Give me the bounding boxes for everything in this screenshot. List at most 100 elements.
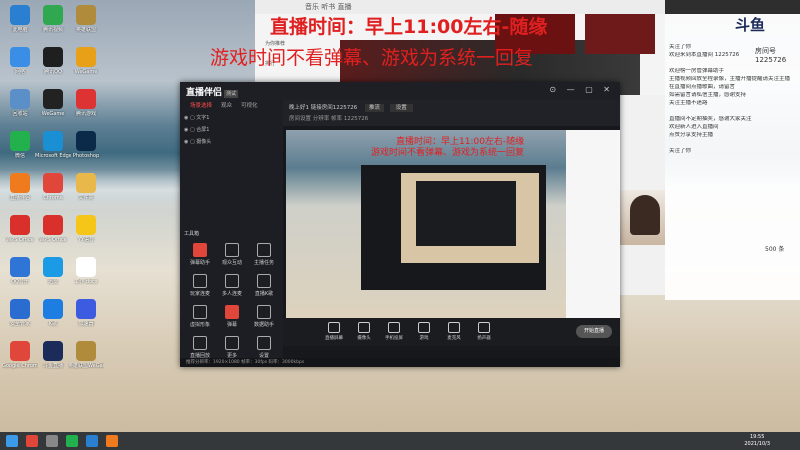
- desktop-icon[interactable]: 腾讯QQ: [35, 47, 71, 75]
- desktop-icon[interactable]: K歌: [35, 299, 71, 327]
- chrome-icon[interactable]: [26, 435, 38, 447]
- desktop-icon[interactable]: 回收站: [2, 89, 38, 117]
- desktop-icon[interactable]: Microsoft Edge: [35, 131, 71, 159]
- scene-item[interactable]: ◉ ▢ 合屏1: [184, 124, 283, 136]
- tool-button[interactable]: 直播回放: [184, 336, 216, 359]
- tool-button[interactable]: 直播K歌: [248, 274, 280, 297]
- wechat-icon[interactable]: [66, 435, 78, 447]
- app-icon: [43, 341, 63, 361]
- sidebar-tab[interactable]: 观众: [221, 103, 232, 109]
- app-icon: [10, 89, 30, 109]
- app-icon: [43, 173, 63, 193]
- bottom-tool-label: 麦克风: [447, 336, 461, 341]
- desktop-icon[interactable]: 迅雷: [35, 257, 71, 285]
- bottom-tool-icon: [388, 322, 400, 333]
- desktop-icon-label: 加速器: [78, 321, 94, 327]
- desktop-icon-label: 微信: [14, 153, 25, 159]
- tool-button[interactable]: 设置: [248, 336, 280, 359]
- desktop-icon[interactable]: Photoshop: [68, 131, 104, 159]
- app-icon: [76, 89, 96, 109]
- desktop-icon[interactable]: 腾讯游戏: [68, 89, 104, 117]
- bottom-tool-button[interactable]: 直播屏幕: [323, 322, 345, 341]
- app-icon: [43, 299, 63, 319]
- desktop-icon[interactable]: 直播伴侣: [2, 173, 38, 201]
- stream-info-bar: 晚上好1 链接房间1225726 推流 设置 房间设置 分辨率 帧率 12257…: [283, 100, 620, 126]
- push-button[interactable]: 推流: [365, 104, 385, 112]
- start-icon[interactable]: [6, 435, 18, 447]
- app-icon: [10, 5, 30, 25]
- bottom-tool-button[interactable]: 摄像头: [353, 322, 375, 341]
- desktop-icon[interactable]: 微信: [2, 131, 38, 159]
- desktop-icon[interactable]: 加速器: [68, 299, 104, 327]
- tool-button[interactable]: 多人连麦: [216, 274, 248, 297]
- stream-title[interactable]: 晚上好1 链接房间1225726: [289, 105, 357, 111]
- tool-icon: [193, 305, 207, 319]
- tool-button[interactable]: 玩家连麦: [184, 274, 216, 297]
- desktop-icon[interactable]: 工作.docx: [68, 257, 104, 285]
- bottom-tool-button[interactable]: 麦克风: [443, 322, 465, 341]
- live-companion-icon[interactable]: [106, 435, 118, 447]
- app-icon: [76, 257, 96, 277]
- desktop-icon-label: 工作.docx: [74, 279, 98, 285]
- bottom-tool-label: 扬声器: [477, 336, 491, 341]
- douyu-logo: 斗鱼: [735, 16, 766, 34]
- tool-button[interactable]: 弹幕助手: [184, 243, 216, 266]
- app-titlebar[interactable]: 直播伴侣 测试 ⊙ — ▢ ✕: [180, 82, 620, 100]
- preview-nested-window-2: [401, 173, 539, 263]
- tool-button[interactable]: 更多: [216, 336, 248, 359]
- live-companion-window[interactable]: 直播伴侣 测试 ⊙ — ▢ ✕ 场景选择 观众 可视化 ◉ ▢ 文字1 ◉ ▢ 合屏1 ◉…: [180, 82, 620, 367]
- tool-button[interactable]: 主播任务: [248, 243, 280, 266]
- bottom-tool-label: 游戏: [419, 336, 429, 341]
- desktop-icon[interactable]: Chrome: [35, 173, 71, 201]
- preview-nested-window: [361, 165, 546, 290]
- scene-list: ◉ ▢ 文字1 ◉ ▢ 合屏1 ◉ ▢ 摄像头: [180, 112, 283, 148]
- desktop-icon[interactable]: WPS Office: [35, 215, 71, 243]
- scene-item[interactable]: ◉ ▢ 摄像头: [184, 136, 283, 148]
- settings-button[interactable]: 设置: [389, 104, 413, 112]
- tool-button[interactable]: 虚拟形象: [184, 305, 216, 328]
- qq-icon[interactable]: [86, 435, 98, 447]
- promo-card[interactable]: [585, 14, 655, 54]
- desktop-icon[interactable]: WeGame: [35, 89, 71, 117]
- tool-button[interactable]: 弹幕: [216, 305, 248, 328]
- window-controls[interactable]: ⊙ — ▢ ✕: [549, 85, 614, 94]
- file-explorer-icon[interactable]: [46, 435, 58, 447]
- bottom-tool-label: 手机投屏: [385, 336, 403, 341]
- tool-label: 弹幕助手: [189, 260, 210, 266]
- app-icon: [43, 131, 63, 151]
- desktop-icon-label: 回收站: [12, 111, 28, 117]
- bottom-tool-button[interactable]: 扬声器: [473, 322, 495, 341]
- desktop-icon[interactable]: 斗鱼直播: [35, 341, 71, 369]
- desktop-icon[interactable]: YY语音: [68, 215, 104, 243]
- tool-button[interactable]: 观众互动: [216, 243, 248, 266]
- clock[interactable]: 19:55 2021/10/3: [744, 434, 770, 448]
- preview-overlay-subtitle: 游戏时间不看弹幕、游戏为系统一回复: [371, 148, 525, 158]
- desktop-icon[interactable]: 英雄联盟WeGame: [68, 341, 104, 369]
- desktop-icon[interactable]: 文件夹: [68, 173, 104, 201]
- desktop-icon[interactable]: 安全管家: [2, 299, 38, 327]
- desktop-icon[interactable]: WeGame: [68, 47, 104, 75]
- desktop-icon[interactable]: QQ音乐: [2, 257, 38, 285]
- bottom-tool-button[interactable]: 手机投屏: [383, 322, 405, 341]
- live-preview[interactable]: 直播时间：早上11:00左右-随缘 游戏时间不看弹幕、游戏为系统一回复: [286, 130, 620, 320]
- sidebar-tab[interactable]: 场景选择: [190, 103, 212, 109]
- desktop-icon[interactable]: 腾讯视频: [35, 5, 71, 33]
- chat-message: 如需留言请私信主播，感谢支持: [669, 92, 747, 98]
- desktop-icon[interactable]: 网络: [2, 47, 38, 75]
- app-title: 直播伴侣: [186, 88, 223, 98]
- desktop-icon[interactable]: 英雄联盟: [68, 5, 104, 33]
- desktop-icon[interactable]: 此电脑: [2, 5, 38, 33]
- scene-item[interactable]: ◉ ▢ 文字1: [184, 112, 283, 124]
- bottom-tool-button[interactable]: 游戏: [413, 322, 435, 341]
- app-icon: [76, 299, 96, 319]
- tool-button[interactable]: 数据助手: [248, 305, 280, 328]
- desktop-icon-label: 网络: [14, 69, 25, 75]
- desktop-icon-label: 直播伴侣: [9, 195, 30, 201]
- desktop-icon[interactable]: Google Chrome: [2, 341, 38, 369]
- tool-icon: [225, 274, 239, 288]
- desktop-icon-label: K歌: [48, 321, 58, 327]
- desktop-icon[interactable]: WPS Office: [2, 215, 38, 243]
- sidebar-tab[interactable]: 可视化: [241, 103, 258, 109]
- clock-time: 19:55: [749, 434, 765, 440]
- start-live-button[interactable]: 开始直播: [576, 325, 612, 338]
